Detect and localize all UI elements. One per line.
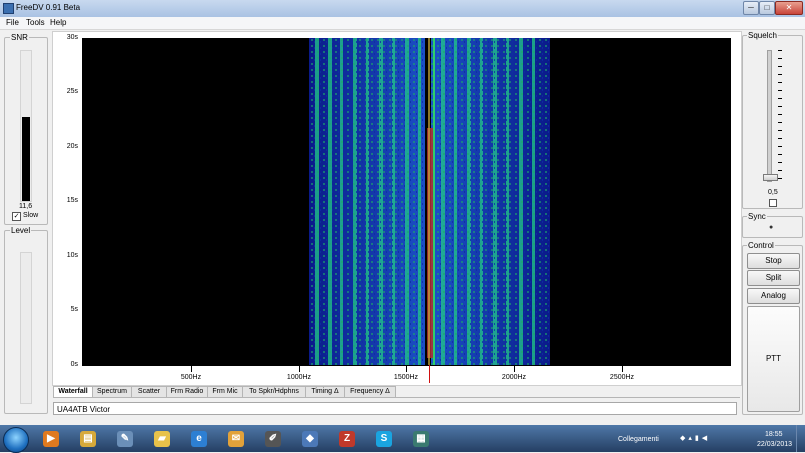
x-tick-label: 500Hz: [180, 374, 202, 381]
minimize-button[interactable]: ─: [743, 1, 759, 15]
pen-icon[interactable]: ✐: [260, 428, 286, 449]
folder-icon-glyph: ▰: [154, 430, 170, 447]
slow-label: Slow: [23, 212, 39, 219]
maximize-button[interactable]: □: [759, 1, 775, 15]
shield-icon[interactable]: ◆: [297, 428, 323, 449]
filezilla-icon-glyph: Z: [339, 430, 355, 447]
mail-icon[interactable]: ✉: [223, 428, 249, 449]
internet-explorer-icon[interactable]: e: [186, 428, 212, 449]
snr-meter-fill: [22, 117, 30, 201]
internet-explorer-icon-glyph: e: [191, 430, 207, 447]
mail-icon-glyph: ✉: [228, 430, 244, 447]
tab-frequency-delta[interactable]: Frequency Δ: [344, 386, 396, 397]
x-tick-label: 1000Hz: [286, 374, 312, 381]
menu-help[interactable]: Help: [50, 18, 66, 27]
stop-button[interactable]: Stop: [747, 253, 800, 269]
tray-icons[interactable]: ◆▴▮◀: [680, 434, 710, 442]
squelch-label: Squelch: [747, 31, 778, 40]
x-tick-label: 2000Hz: [501, 374, 527, 381]
show-desktop-button[interactable]: [796, 425, 805, 452]
x-tick: [299, 366, 300, 372]
clock-time[interactable]: 18:55: [765, 431, 783, 438]
level-meter: [20, 252, 32, 404]
y-tick-label: 30s: [66, 34, 78, 41]
tool-icon-glyph: ✎: [117, 430, 133, 447]
freedv-icon[interactable]: ▦: [408, 428, 434, 449]
x-tick-label: 1500Hz: [393, 374, 419, 381]
squelch-slider-ticks: [778, 50, 782, 180]
frequency-cursor[interactable]: [429, 365, 430, 383]
y-tick-label: 20s: [66, 143, 78, 150]
tool-icon[interactable]: ✎: [112, 428, 138, 449]
tab-frm-mic[interactable]: Frm Mic: [207, 386, 243, 397]
window-title: FreeDV 0.91 Beta: [16, 3, 81, 12]
close-button[interactable]: ✕: [775, 1, 803, 15]
menu-file[interactable]: File: [6, 18, 19, 27]
squelch-checkbox[interactable]: [769, 199, 777, 207]
squelch-panel: [742, 35, 803, 209]
snr-meter: [20, 50, 32, 202]
media-player-icon[interactable]: ▶: [38, 428, 64, 449]
folder-icon[interactable]: ▰: [149, 428, 175, 449]
waterfall-display[interactable]: [82, 38, 731, 365]
skype-icon-glyph: S: [376, 430, 392, 447]
analog-button[interactable]: Analog: [747, 288, 800, 304]
ptt-button[interactable]: PTT: [747, 306, 800, 412]
file-explorer-icon[interactable]: ▤: [75, 428, 101, 449]
tab-timing-delta[interactable]: Timing Δ: [305, 386, 345, 397]
tab-to-spkr-hdphns[interactable]: To Spkr/Hdphns: [242, 386, 306, 397]
x-tick: [191, 366, 192, 372]
x-tick: [514, 366, 515, 372]
clock-date[interactable]: 22/03/2013: [757, 441, 792, 448]
squelch-value: 0,5: [768, 189, 778, 196]
media-player-icon-glyph: ▶: [43, 430, 59, 447]
pen-icon-glyph: ✐: [265, 430, 281, 447]
snr-label: SNR: [10, 33, 29, 42]
tab-frm-radio[interactable]: Frm Radio: [166, 386, 208, 397]
freedv-icon-glyph: ▦: [413, 430, 429, 447]
x-tick: [622, 366, 623, 372]
skype-icon[interactable]: S: [371, 428, 397, 449]
sync-indicator-icon: ●: [769, 224, 774, 231]
tab-spectrum[interactable]: Spectrum: [92, 386, 132, 397]
y-tick-label: 5s: [70, 306, 78, 313]
tab-scatter[interactable]: Scatter: [131, 386, 167, 397]
snr-value: 11,6: [19, 203, 33, 210]
menu-bar: File Tools Help: [0, 17, 805, 30]
start-button[interactable]: [3, 427, 29, 453]
split-button[interactable]: Split: [747, 270, 800, 286]
slow-checkbox[interactable]: ✓: [12, 212, 21, 221]
callsign-text-field[interactable]: UA4ATB Victor: [53, 402, 737, 415]
x-tick: [406, 366, 407, 372]
control-label: Control: [747, 241, 775, 250]
tray-toolbar-label[interactable]: Collegamenti: [618, 436, 659, 443]
y-tick-label: 15s: [66, 197, 78, 204]
app-icon: [3, 3, 14, 14]
y-tick-label: 10s: [66, 252, 78, 259]
waterfall-image: [309, 38, 550, 365]
file-explorer-icon-glyph: ▤: [80, 430, 96, 447]
sync-label: Sync: [747, 212, 767, 221]
menu-tools[interactable]: Tools: [26, 18, 45, 27]
squelch-slider-thumb[interactable]: [763, 174, 778, 181]
y-tick-label: 25s: [66, 88, 78, 95]
x-tick-label: 2500Hz: [609, 374, 635, 381]
squelch-slider-track[interactable]: [767, 50, 772, 182]
level-label: Level: [10, 226, 32, 235]
y-tick-label: 0s: [70, 361, 78, 368]
tab-baseline: [53, 397, 740, 398]
title-bar: FreeDV 0.91 Beta ─ □ ✕: [0, 0, 805, 18]
filezilla-icon[interactable]: Z: [334, 428, 360, 449]
shield-icon-glyph: ◆: [302, 430, 318, 447]
